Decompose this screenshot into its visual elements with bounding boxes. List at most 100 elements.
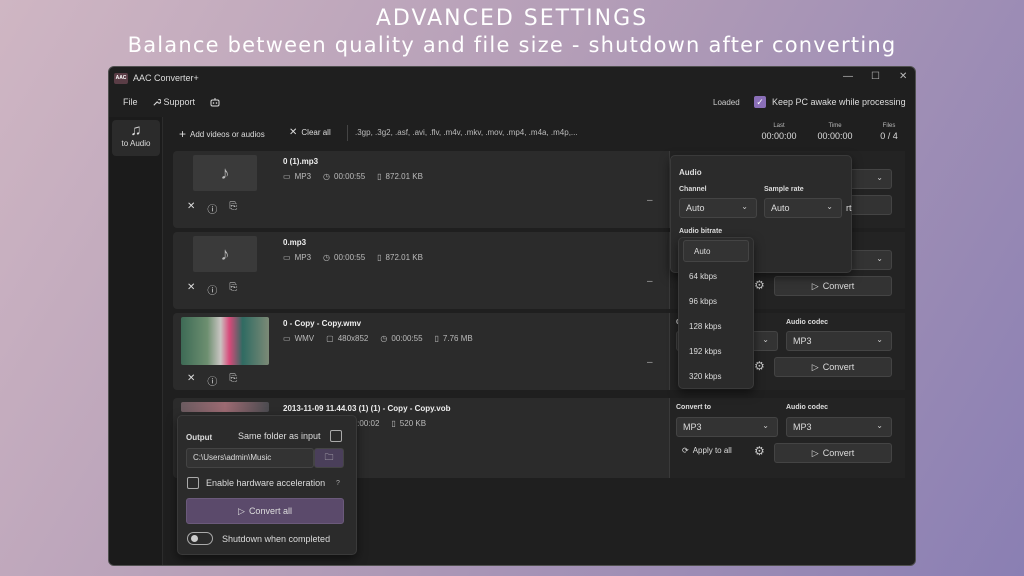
file-meta: ▭ WMV ▢ 480x852 ◷ 00:00:55 ▯ 7.76 MB <box>283 334 473 343</box>
music-note-icon: ♪ <box>220 162 230 183</box>
remove-icon[interactable]: ✕ <box>187 201 195 216</box>
file-meta: ▭ MP3 ◷ 00:00:55 ▯ 872.01 KB <box>283 172 423 181</box>
video-icon: ▭ <box>283 253 291 262</box>
convert-button[interactable]: ▷ Convert <box>774 357 892 377</box>
file-resolution: 480x852 <box>337 334 369 343</box>
bitrate-option[interactable]: 320 kbps <box>679 366 749 388</box>
info-icon[interactable]: ⓘ <box>207 282 217 297</box>
clear-all-button[interactable]: ✕ Clear all <box>289 127 331 138</box>
maximize-button[interactable]: ☐ <box>871 71 880 82</box>
help-icon[interactable]: ? <box>336 480 340 487</box>
menu-file[interactable]: File <box>123 97 138 107</box>
app-title: AAC Converter+ <box>133 73 199 83</box>
play-icon: ▷ <box>238 505 245 516</box>
add-files-label: Add videos or audios <box>190 129 265 139</box>
bitrate-option[interactable]: 64 kbps <box>679 266 749 288</box>
sample-rate-label: Sample rate <box>764 186 804 193</box>
info-icon[interactable]: ⓘ <box>207 201 217 216</box>
gear-icon[interactable]: ⚙ <box>754 359 765 373</box>
remove-icon[interactable]: ✕ <box>187 373 195 388</box>
audio-codec-label: Audio codec <box>786 404 829 411</box>
audio-popup-title: Audio <box>679 168 702 177</box>
gear-icon[interactable]: ⚙ <box>754 444 765 458</box>
play-icon: ▷ <box>811 447 819 458</box>
bitrate-option[interactable]: Auto <box>683 240 749 262</box>
file-name: 0 (1).mp3 <box>283 157 319 166</box>
bitrate-option[interactable]: 192 kbps <box>679 341 749 363</box>
robot-icon <box>210 97 220 106</box>
convert-all-button[interactable]: ▷ Convert all <box>186 498 344 524</box>
file-row-3: 0 - Copy - Copy.wmv ▭ WMV ▢ 480x852 ◷ 00:00… <box>173 313 905 390</box>
chevron-down-icon: ⌄ <box>876 173 883 182</box>
hw-accel-checkbox[interactable] <box>187 477 199 489</box>
file-duration: 00:00:55 <box>334 253 366 262</box>
audio-bitrate-dropdown: Auto 64 kbps 96 kbps 128 kbps 192 kbps 3… <box>678 237 754 389</box>
sidebar-item-to-audio[interactable]: ♫ to Audio <box>112 120 160 156</box>
output-path-input[interactable]: C:\Users\admin\Music <box>186 448 314 468</box>
video-icon: ▭ <box>283 334 291 343</box>
row-settings-panel: Convert to Audio codec MP3 ⌄ MP3 ⌄ ⟳ Apply … <box>669 398 905 478</box>
close-window-button[interactable]: ✕ <box>899 71 907 82</box>
sample-rate-select[interactable]: Auto ⌄ <box>764 198 842 218</box>
row-actions: ✕ ⓘ ⎘ <box>187 373 237 388</box>
file-icon: ▯ <box>377 253 382 262</box>
audio-codec-select[interactable]: MP3 ⌄ <box>786 417 892 437</box>
video-icon: ▭ <box>283 172 291 181</box>
clear-all-label: Clear all <box>301 128 331 137</box>
row-actions: ✕ ⓘ ⎘ <box>187 201 237 216</box>
banner-subtitle: Balance between quality and file size - … <box>127 33 897 57</box>
minimize-button[interactable]: — <box>843 71 853 82</box>
remove-icon[interactable]: ✕ <box>187 282 195 297</box>
audio-bitrate-label: Audio bitrate <box>679 228 723 235</box>
app-logo: AAC <box>114 72 128 84</box>
menu-support[interactable]: Support <box>152 97 196 107</box>
chevron-down-icon: ⌄ <box>762 335 769 344</box>
convert-button[interactable]: ▷ Convert <box>774 443 892 463</box>
convert-label: Convert <box>822 448 855 458</box>
keep-awake-label: Keep PC awake while processing <box>772 97 906 107</box>
file-name: 0 - Copy - Copy.wmv <box>283 319 362 328</box>
convert-to-select[interactable]: MP3⌄ <box>676 417 778 437</box>
clock-icon: ◷ <box>380 334 388 343</box>
output-panel: Output Same folder as input C:\Users\adm… <box>177 415 357 555</box>
play-icon: ▷ <box>811 280 819 291</box>
browse-folder-button[interactable]: 🗀 <box>314 448 344 468</box>
open-file-icon[interactable]: ⎘ <box>229 201 237 216</box>
file-icon: ▯ <box>391 419 396 428</box>
file-size: 520 KB <box>399 419 427 428</box>
bitrate-option[interactable]: 128 kbps <box>679 316 749 338</box>
audio-codec-label: Audio codec <box>786 319 829 326</box>
bitrate-option[interactable]: 96 kbps <box>679 291 749 313</box>
resolution-icon: ▢ <box>326 334 334 343</box>
add-files-button[interactable]: + Add videos or audios <box>179 127 265 141</box>
info-icon[interactable]: ⓘ <box>207 373 217 388</box>
same-folder-checkbox[interactable] <box>330 430 342 442</box>
convert-label: Convert <box>822 362 855 372</box>
menu-support-label: Support <box>163 97 196 107</box>
chevron-down-icon: ⌄ <box>876 421 883 430</box>
open-file-icon[interactable]: ⎘ <box>229 282 237 297</box>
robot-button[interactable] <box>209 97 221 108</box>
convert-to-label: Convert to <box>676 404 711 411</box>
stat-time: Time 00:00:00 <box>817 123 853 141</box>
apply-to-all-button[interactable]: ⟳ Apply to all <box>682 446 732 455</box>
row-progress: – <box>647 276 653 287</box>
row-progress: – <box>647 195 653 206</box>
wrench-icon <box>152 98 161 106</box>
convert-button[interactable]: ▷ Convert <box>774 276 892 296</box>
file-size: 872.01 KB <box>385 172 423 181</box>
loaded-status: Loaded <box>713 98 740 107</box>
chevron-down-icon: ⌄ <box>762 421 769 430</box>
file-format: MP3 <box>294 172 312 181</box>
keep-awake-checkbox[interactable]: ✓ <box>754 96 766 108</box>
gear-icon[interactable]: ⚙ <box>754 278 765 292</box>
video-thumbnail <box>181 317 269 365</box>
file-meta: ▭ MP3 ◷ 00:00:55 ▯ 872.01 KB <box>283 253 423 262</box>
audio-codec-select[interactable]: MP3 ⌄ <box>786 331 892 351</box>
video-thumbnail <box>181 402 269 412</box>
shutdown-toggle[interactable] <box>187 532 213 545</box>
channel-select[interactable]: Auto ⌄ <box>679 198 757 218</box>
stat-last: Last 00:00:00 <box>761 123 797 141</box>
open-file-icon[interactable]: ⎘ <box>229 373 237 388</box>
refresh-icon: ⟳ <box>682 446 689 455</box>
